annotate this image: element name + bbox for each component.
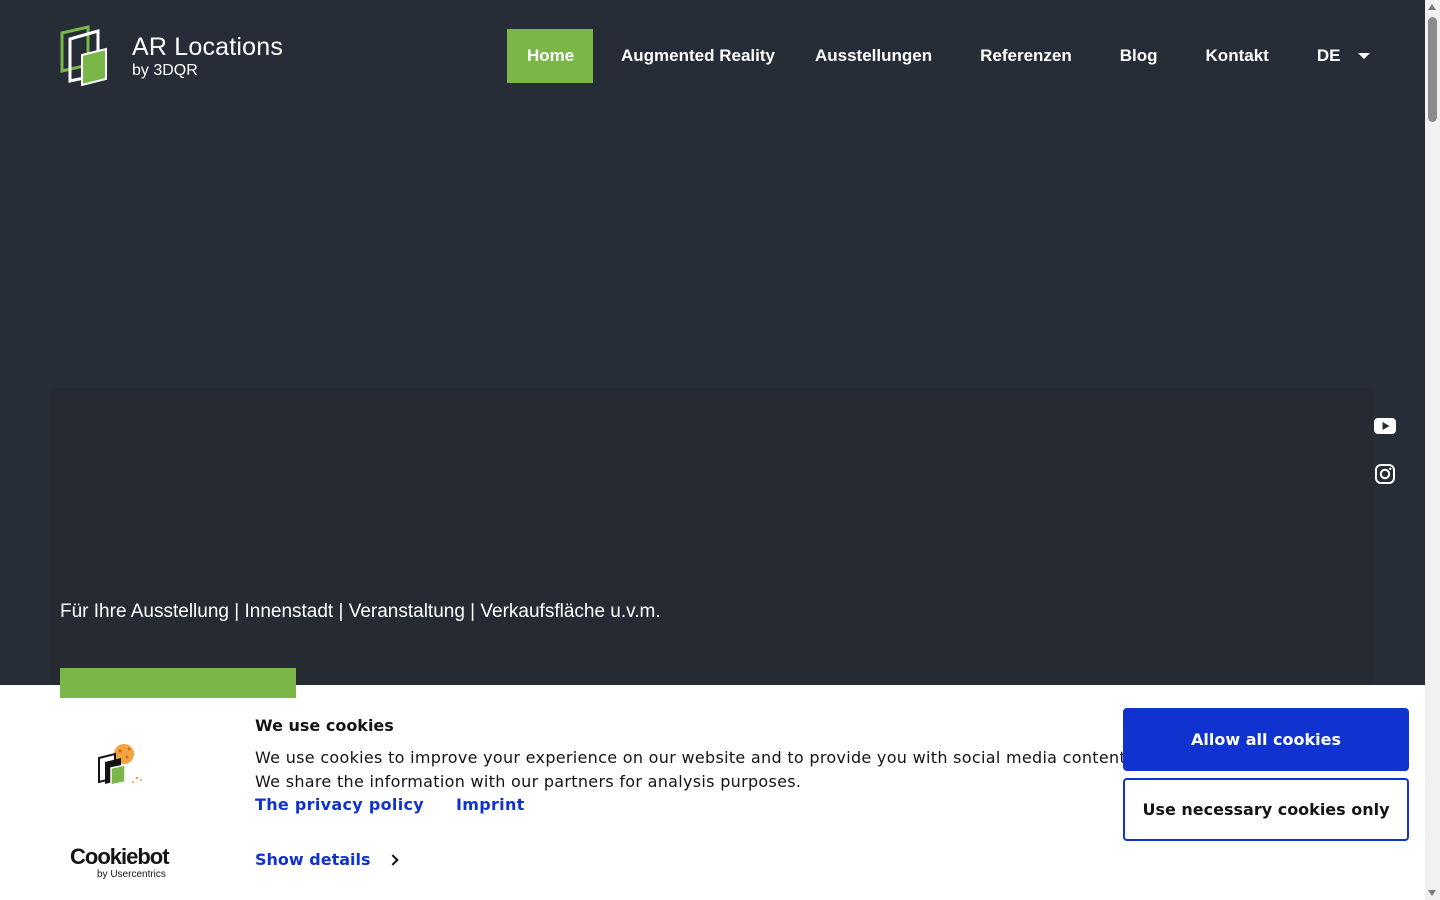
main-nav: Home Augmented Reality Ausstellungen Ref…	[507, 29, 1390, 83]
show-details-link[interactable]: Show details	[255, 850, 399, 869]
scroll-down-icon[interactable]	[1428, 890, 1436, 896]
nav-referenzen[interactable]: Referenzen	[960, 29, 1092, 83]
language-switcher[interactable]: DE	[1297, 29, 1391, 83]
cookie-title: We use cookies	[255, 716, 394, 735]
nav-augmented-reality[interactable]: Augmented Reality	[601, 29, 795, 83]
allow-all-cookies-button[interactable]: Allow all cookies	[1123, 708, 1409, 771]
nav-ausstellungen[interactable]: Ausstellungen	[795, 29, 952, 83]
logo-mark-icon	[58, 25, 110, 87]
nav-blog[interactable]: Blog	[1100, 29, 1178, 83]
scroll-up-icon[interactable]	[1428, 4, 1436, 10]
cookiebot-logo: Cookiebot by Usercentrics	[70, 844, 170, 881]
hero-section	[50, 388, 1373, 688]
chevron-down-icon	[1358, 53, 1371, 59]
social-links	[1372, 413, 1398, 509]
scrollbar-thumb[interactable]	[1428, 17, 1437, 122]
necessary-cookies-only-button[interactable]: Use necessary cookies only	[1123, 778, 1409, 841]
cookie-text-line-1: We use cookies to improve your experienc…	[255, 748, 1132, 767]
privacy-policy-link[interactable]: The privacy policy	[255, 795, 424, 814]
youtube-icon[interactable]	[1372, 413, 1398, 439]
logo-subtitle: by 3DQR	[132, 61, 198, 79]
cookiebot-wordmark: Cookiebot	[70, 844, 170, 869]
cookie-logo-icon	[97, 740, 147, 792]
nav-home[interactable]: Home	[507, 29, 593, 83]
nav-kontakt[interactable]: Kontakt	[1186, 29, 1289, 83]
site-logo[interactable]: AR Locations by 3DQR	[58, 25, 283, 87]
cookiebot-by-line: by Usercentrics	[97, 869, 166, 880]
hero-cta-button[interactable]	[60, 668, 296, 698]
cookie-links: The privacy policy Imprint	[255, 795, 525, 814]
instagram-icon[interactable]	[1372, 461, 1398, 487]
cookie-description: We use cookies to improve your experienc…	[255, 746, 1131, 794]
imprint-link[interactable]: Imprint	[456, 795, 525, 814]
hero-subtitle: Für Ihre Ausstellung | Innenstadt | Vera…	[60, 601, 661, 622]
logo-title: AR Locations	[132, 32, 284, 61]
language-label: DE	[1316, 46, 1341, 65]
show-details-label: Show details	[255, 850, 371, 869]
chevron-right-icon	[386, 853, 399, 866]
site-header: AR Locations by 3DQR Home Augmented Real…	[0, 0, 1425, 110]
cookie-text-line-2: We share the information with our partne…	[255, 772, 802, 791]
page-scrollbar[interactable]	[1425, 0, 1440, 900]
